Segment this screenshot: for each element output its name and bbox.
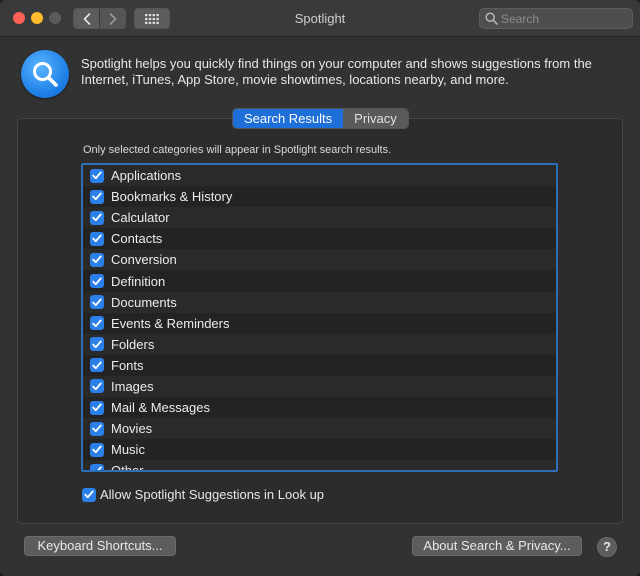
spotlight-magnifier-icon xyxy=(21,50,69,98)
search-field[interactable] xyxy=(479,8,633,29)
checkmark-icon xyxy=(97,466,102,470)
list-item[interactable]: Images xyxy=(83,375,556,398)
allow-suggestions-label: Allow Spotlight Suggestions in Look up xyxy=(100,487,325,502)
list-item[interactable]: Applications xyxy=(83,165,556,187)
list-item[interactable]: Mail & Messages xyxy=(83,397,556,419)
checkmark-icon xyxy=(92,382,102,391)
category-label: Mail & Messages xyxy=(111,400,210,416)
category-label: Images xyxy=(111,378,154,394)
category-label: Bookmarks & History xyxy=(111,189,233,205)
keyboard-shortcuts-button[interactable]: Keyboard Shortcuts... xyxy=(24,536,176,556)
tab-search-results[interactable]: Search Results xyxy=(233,109,344,128)
checkmark-icon xyxy=(92,298,102,306)
checkmark-icon xyxy=(92,213,102,222)
checkmark-icon xyxy=(92,403,102,412)
checkmark-icon xyxy=(84,490,94,499)
checkmark-icon xyxy=(92,255,102,264)
category-checkbox[interactable] xyxy=(90,442,104,457)
category-checkbox[interactable] xyxy=(90,421,104,436)
categories-list[interactable]: Applications Bookmarks & History Calcula… xyxy=(81,163,558,472)
category-label: Other xyxy=(111,463,144,472)
list-item[interactable]: Folders xyxy=(83,333,556,355)
checkmark-icon xyxy=(92,319,102,327)
category-checkbox[interactable] xyxy=(90,316,104,331)
category-checkbox[interactable] xyxy=(90,379,104,394)
checkmark-icon xyxy=(92,361,102,369)
category-label: Events & Reminders xyxy=(111,315,230,331)
category-label: Documents xyxy=(111,294,177,310)
category-checkbox[interactable] xyxy=(90,210,104,225)
checkmark-icon xyxy=(92,171,102,180)
list-item[interactable]: Conversion xyxy=(83,249,556,271)
allow-suggestions-option[interactable]: Allow Spotlight Suggestions in Look up xyxy=(82,487,324,502)
category-checkbox[interactable] xyxy=(90,189,104,204)
category-label: Movies xyxy=(111,421,153,437)
title-bar: Spotlight xyxy=(0,0,640,37)
list-item[interactable]: Fonts xyxy=(83,354,556,376)
category-label: Calculator xyxy=(111,210,170,226)
checkmark-icon xyxy=(92,277,102,285)
list-item[interactable]: Definition xyxy=(83,270,556,292)
category-label: Definition xyxy=(111,273,166,289)
help-button[interactable]: ? xyxy=(597,537,617,557)
category-label: Fonts xyxy=(111,357,144,373)
category-checkbox[interactable] xyxy=(90,358,104,373)
list-item[interactable]: Events & Reminders xyxy=(83,312,556,334)
allow-suggestions-checkbox[interactable] xyxy=(82,487,96,502)
search-icon xyxy=(485,12,498,25)
category-checkbox[interactable] xyxy=(90,463,104,470)
category-checkbox[interactable] xyxy=(90,295,104,310)
checkmark-icon xyxy=(92,234,102,243)
list-item[interactable]: Bookmarks & History xyxy=(83,186,556,208)
list-item[interactable]: Documents xyxy=(83,291,556,313)
tab-privacy[interactable]: Privacy xyxy=(343,109,408,128)
preferences-window: Spotlight Spotlight helps you quickly fi… xyxy=(0,0,640,576)
checkmark-icon xyxy=(92,424,102,433)
about-search-privacy-button[interactable]: About Search & Privacy... xyxy=(412,536,582,556)
category-checkbox[interactable] xyxy=(90,337,104,352)
list-item[interactable]: Movies xyxy=(83,418,556,440)
category-label: Contacts xyxy=(111,231,163,247)
category-checkbox[interactable] xyxy=(90,400,104,415)
categories-note: Only selected categories will appear in … xyxy=(83,144,392,156)
checkmark-icon xyxy=(92,192,102,201)
list-item[interactable]: Other xyxy=(83,460,556,472)
category-label: Folders xyxy=(111,336,155,352)
category-checkbox[interactable] xyxy=(90,274,104,289)
list-item[interactable]: Calculator xyxy=(83,207,556,229)
category-checkbox[interactable] xyxy=(90,252,104,267)
category-label: Music xyxy=(111,442,145,458)
checkmark-icon xyxy=(92,445,102,454)
tab-bar: Search Results Privacy xyxy=(232,108,409,129)
spotlight-description: Spotlight helps you quickly find things … xyxy=(81,56,592,87)
search-input[interactable] xyxy=(501,11,629,26)
category-checkbox[interactable] xyxy=(90,231,104,246)
category-checkbox[interactable] xyxy=(90,168,104,183)
list-item[interactable]: Contacts xyxy=(83,228,556,250)
category-label: Conversion xyxy=(111,252,177,268)
checkmark-icon xyxy=(92,340,102,348)
list-item[interactable]: Music xyxy=(83,439,556,461)
category-label: Applications xyxy=(111,168,182,184)
